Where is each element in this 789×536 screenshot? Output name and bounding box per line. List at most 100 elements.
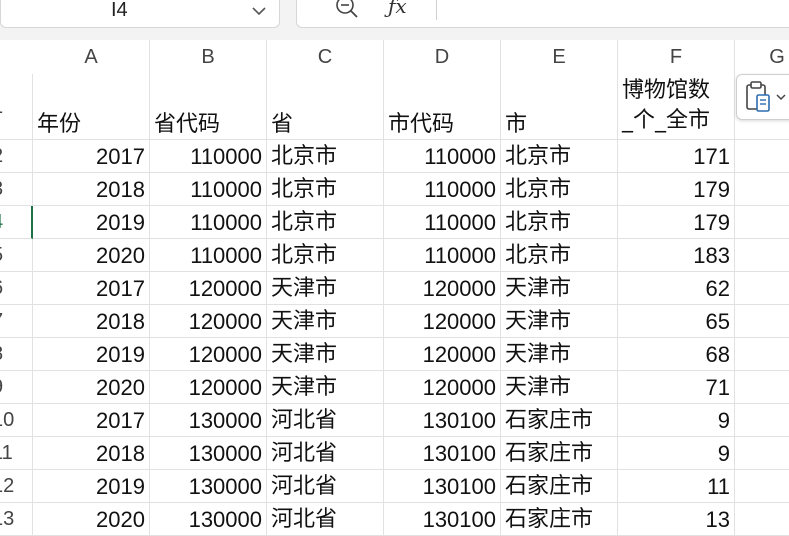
formula-input[interactable] bbox=[296, 0, 789, 28]
cell-d13[interactable]: 130100 bbox=[384, 503, 501, 536]
cell-g2[interactable] bbox=[735, 140, 789, 173]
cell-a6[interactable]: 2017 bbox=[33, 272, 150, 305]
cell-c3[interactable]: 北京市 bbox=[267, 173, 384, 206]
row-header-2[interactable]: 2 bbox=[0, 140, 33, 173]
cell-e2[interactable]: 北京市 bbox=[501, 140, 618, 173]
cell-b13[interactable]: 130000 bbox=[150, 503, 267, 536]
cell-a7[interactable]: 2018 bbox=[33, 305, 150, 338]
cell-d4[interactable]: 110000 bbox=[384, 206, 501, 239]
cell-a11[interactable]: 2018 bbox=[33, 437, 150, 470]
cell-c2[interactable]: 北京市 bbox=[267, 140, 384, 173]
cell-a2[interactable]: 2017 bbox=[33, 140, 150, 173]
cell-f6[interactable]: 62 bbox=[618, 272, 735, 305]
header-cell-b[interactable]: 省代码 bbox=[150, 74, 267, 140]
cell-f2[interactable]: 171 bbox=[618, 140, 735, 173]
cell-f7[interactable]: 65 bbox=[618, 305, 735, 338]
row-header-9[interactable]: 9 bbox=[0, 371, 33, 404]
column-header-d[interactable]: D bbox=[384, 40, 501, 74]
cell-g10[interactable] bbox=[735, 404, 789, 437]
cell-a8[interactable]: 2019 bbox=[33, 338, 150, 371]
cell-b3[interactable]: 110000 bbox=[150, 173, 267, 206]
cell-f4[interactable]: 179 bbox=[618, 206, 735, 239]
cell-b7[interactable]: 120000 bbox=[150, 305, 267, 338]
cell-c4[interactable]: 北京市 bbox=[267, 206, 384, 239]
row-header-11[interactable]: 11 bbox=[0, 437, 33, 470]
cell-e6[interactable]: 天津市 bbox=[501, 272, 618, 305]
column-header-g[interactable]: G bbox=[735, 40, 789, 74]
row-header-7[interactable]: 7 bbox=[0, 305, 33, 338]
column-header-f[interactable]: F bbox=[618, 40, 735, 74]
cell-g4[interactable] bbox=[735, 206, 789, 239]
cell-c12[interactable]: 河北省 bbox=[267, 470, 384, 503]
row-header-4[interactable]: 4 bbox=[0, 206, 33, 239]
cell-f10[interactable]: 9 bbox=[618, 404, 735, 437]
cell-g13[interactable] bbox=[735, 503, 789, 536]
cell-d10[interactable]: 130100 bbox=[384, 404, 501, 437]
cell-d7[interactable]: 120000 bbox=[384, 305, 501, 338]
cell-e9[interactable]: 天津市 bbox=[501, 371, 618, 404]
chevron-down-icon[interactable] bbox=[249, 1, 269, 21]
cell-a10[interactable]: 2017 bbox=[33, 404, 150, 437]
cell-d3[interactable]: 110000 bbox=[384, 173, 501, 206]
cell-a12[interactable]: 2019 bbox=[33, 470, 150, 503]
cell-b12[interactable]: 130000 bbox=[150, 470, 267, 503]
cell-f11[interactable]: 9 bbox=[618, 437, 735, 470]
cell-e3[interactable]: 北京市 bbox=[501, 173, 618, 206]
cell-g5[interactable] bbox=[735, 239, 789, 272]
cell-a3[interactable]: 2018 bbox=[33, 173, 150, 206]
cell-f13[interactable]: 13 bbox=[618, 503, 735, 536]
header-cell-d[interactable]: 市代码 bbox=[384, 74, 501, 140]
row-header-13[interactable]: 13 bbox=[0, 503, 33, 536]
cell-e12[interactable]: 石家庄市 bbox=[501, 470, 618, 503]
cell-c10[interactable]: 河北省 bbox=[267, 404, 384, 437]
row-header-6[interactable]: 6 bbox=[0, 272, 33, 305]
cell-e7[interactable]: 天津市 bbox=[501, 305, 618, 338]
cell-c8[interactable]: 天津市 bbox=[267, 338, 384, 371]
cell-e8[interactable]: 天津市 bbox=[501, 338, 618, 371]
cell-e5[interactable]: 北京市 bbox=[501, 239, 618, 272]
column-header-c[interactable]: C bbox=[267, 40, 384, 74]
row-header-12[interactable]: 12 bbox=[0, 470, 33, 503]
cell-b2[interactable]: 110000 bbox=[150, 140, 267, 173]
cell-g6[interactable] bbox=[735, 272, 789, 305]
row-header-8[interactable]: 8 bbox=[0, 338, 33, 371]
cell-c5[interactable]: 北京市 bbox=[267, 239, 384, 272]
cell-d2[interactable]: 110000 bbox=[384, 140, 501, 173]
name-box[interactable]: I4 bbox=[0, 0, 280, 28]
cell-f5[interactable]: 183 bbox=[618, 239, 735, 272]
cell-g7[interactable] bbox=[735, 305, 789, 338]
cell-b5[interactable]: 110000 bbox=[150, 239, 267, 272]
cell-a13[interactable]: 2020 bbox=[33, 503, 150, 536]
cell-c11[interactable]: 河北省 bbox=[267, 437, 384, 470]
cell-d11[interactable]: 130100 bbox=[384, 437, 501, 470]
cell-a5[interactable]: 2020 bbox=[33, 239, 150, 272]
cell-d9[interactable]: 120000 bbox=[384, 371, 501, 404]
cell-f8[interactable]: 68 bbox=[618, 338, 735, 371]
row-header-5[interactable]: 5 bbox=[0, 239, 33, 272]
row-header-1[interactable]: 1 bbox=[0, 74, 33, 140]
cell-g12[interactable] bbox=[735, 470, 789, 503]
column-header-a[interactable]: A bbox=[33, 40, 150, 74]
cell-g8[interactable] bbox=[735, 338, 789, 371]
column-header-e[interactable]: E bbox=[501, 40, 618, 74]
cell-c13[interactable]: 河北省 bbox=[267, 503, 384, 536]
header-cell-a[interactable]: 年份 bbox=[33, 74, 150, 140]
header-cell-f[interactable]: 博物馆数 _个_全市 bbox=[618, 74, 735, 140]
cell-d8[interactable]: 120000 bbox=[384, 338, 501, 371]
column-header-b[interactable]: B bbox=[150, 40, 267, 74]
cell-e13[interactable]: 石家庄市 bbox=[501, 503, 618, 536]
cell-a9[interactable]: 2020 bbox=[33, 371, 150, 404]
row-header-3[interactable]: 3 bbox=[0, 173, 33, 206]
cell-c7[interactable]: 天津市 bbox=[267, 305, 384, 338]
cell-b10[interactable]: 130000 bbox=[150, 404, 267, 437]
cell-f12[interactable]: 11 bbox=[618, 470, 735, 503]
paste-options-button[interactable] bbox=[736, 74, 789, 120]
cell-b6[interactable]: 120000 bbox=[150, 272, 267, 305]
cell-b9[interactable]: 120000 bbox=[150, 371, 267, 404]
cell-e10[interactable]: 石家庄市 bbox=[501, 404, 618, 437]
cell-g3[interactable] bbox=[735, 173, 789, 206]
header-cell-e[interactable]: 市 bbox=[501, 74, 618, 140]
cell-d6[interactable]: 120000 bbox=[384, 272, 501, 305]
cell-b8[interactable]: 120000 bbox=[150, 338, 267, 371]
cell-g11[interactable] bbox=[735, 437, 789, 470]
